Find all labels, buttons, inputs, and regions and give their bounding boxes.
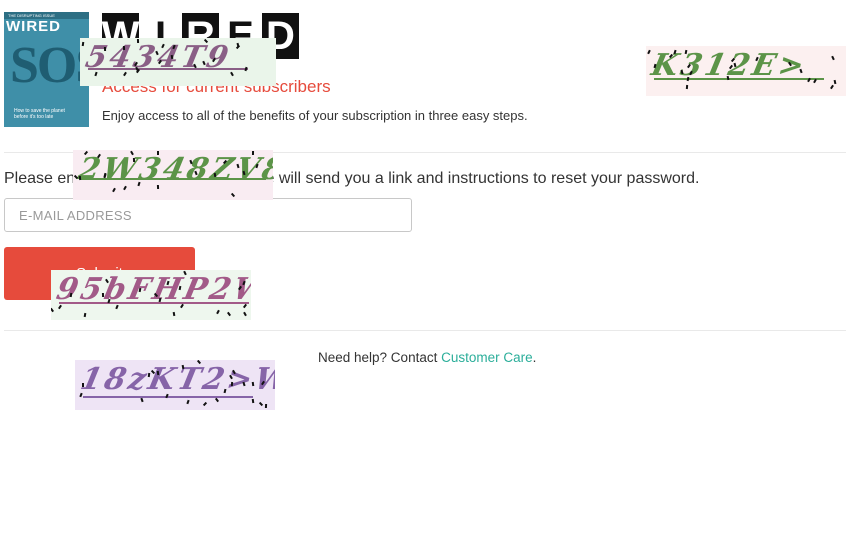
captcha-noise-dot (122, 45, 126, 51)
captcha-noise-dot (103, 46, 107, 52)
captcha-noise-dot (830, 84, 834, 90)
captcha-noise-dot (647, 49, 651, 55)
captcha-noise-dot (831, 55, 835, 61)
captcha-noise-dot (214, 397, 220, 403)
captcha-noise-dot (807, 77, 811, 83)
captcha-noise-dot (251, 150, 255, 156)
captcha-noise-dot (81, 41, 85, 47)
captcha-noise-dot (264, 403, 268, 409)
captcha-noise-dot (82, 383, 84, 387)
captcha-noise-dot (112, 187, 116, 193)
captcha-noise-dot (235, 44, 241, 50)
captcha-noise-dot (251, 381, 255, 387)
captcha-noise-dot (230, 381, 234, 387)
captcha-noise-dot (833, 79, 837, 85)
captcha-noise-dot (157, 151, 159, 155)
captcha-noise-dot (78, 175, 82, 181)
cover-headline: SOS (10, 37, 89, 94)
captcha-noise-dot (251, 398, 255, 404)
help-text: Need help? Contact Customer Care. (318, 350, 536, 365)
captcha-strike-line (654, 78, 824, 80)
help-suffix: . (532, 350, 537, 365)
captcha-noise-dot (58, 304, 62, 310)
captcha-noise-dot (140, 397, 144, 403)
captcha-noise-dot (136, 38, 140, 44)
divider (4, 330, 846, 331)
captcha-noise-dot (186, 399, 190, 405)
captcha-noise-dot (243, 311, 247, 317)
captcha-noise-dot (226, 311, 232, 317)
captcha-noise-dot (101, 292, 105, 298)
customer-care-link[interactable]: Customer Care (441, 350, 533, 365)
captcha-noise-dot (123, 185, 127, 191)
email-input[interactable] (4, 198, 412, 232)
captcha-noise-dot (685, 84, 689, 90)
captcha-image: K312E> (646, 46, 846, 96)
captcha-noise-dot (115, 304, 119, 310)
cover-brand: WIRED (6, 18, 61, 35)
captcha-noise-dot (156, 370, 160, 376)
magazine-cover-image: THE DISRUPTING ISSUE WIRED SOS How to sa… (4, 12, 89, 127)
captcha-noise-dot (230, 192, 236, 198)
captcha-noise-dot (172, 311, 176, 317)
captcha-noise-dot (156, 184, 160, 190)
captcha-image: 2W348ZV8 (73, 150, 273, 200)
captcha-noise-dot (170, 54, 174, 60)
captcha-strike-line (83, 396, 253, 398)
captcha-noise-dot (202, 401, 208, 407)
captcha-image: 95bFHP2W (51, 270, 251, 320)
captcha-noise-dot (213, 172, 217, 178)
captcha-strike-line (88, 68, 248, 70)
cover-teaser: How to save the planet before it's too l… (14, 108, 65, 120)
captcha-image: 18zKT2>W (75, 360, 275, 410)
captcha-noise-dot (83, 312, 87, 318)
captcha-text: 2W348ZV8 (75, 152, 273, 187)
captcha-strike-line (59, 302, 249, 304)
captcha-image: 5434T9 (80, 38, 276, 86)
captcha-noise-dot (230, 71, 234, 77)
intro-text: Enjoy access to all of the benefits of y… (102, 108, 528, 123)
help-prefix: Need help? Contact (318, 350, 442, 365)
captcha-strike-line (81, 178, 266, 180)
captcha-noise-dot (258, 401, 264, 407)
captcha-noise-dot (216, 309, 220, 315)
captcha-noise-dot (132, 157, 136, 163)
captcha-noise-dot (813, 78, 817, 84)
captcha-noise-dot (51, 307, 55, 313)
captcha-text: 18zKT2>W (77, 362, 275, 397)
